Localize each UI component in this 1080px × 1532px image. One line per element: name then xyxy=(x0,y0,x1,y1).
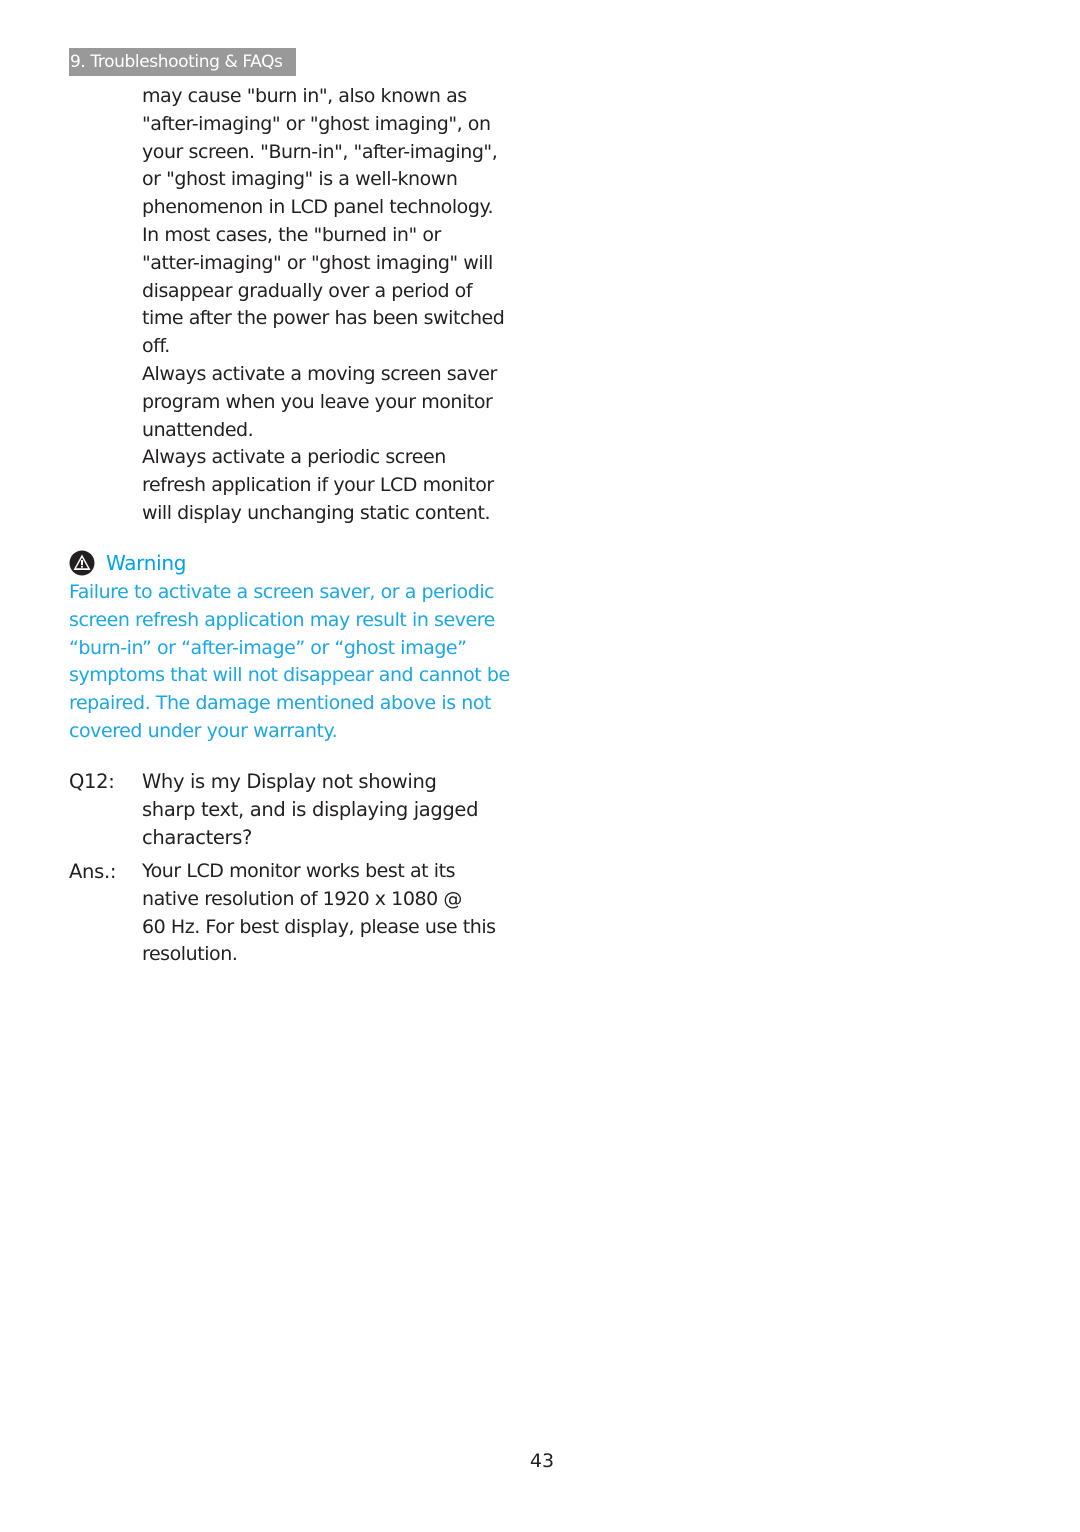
question-label: Q12: xyxy=(69,770,115,793)
text-line: may cause "burn in", also known as xyxy=(142,85,467,107)
text-line: symptoms that will not disappear and can… xyxy=(69,664,510,687)
text-line: resolution. xyxy=(142,943,238,966)
text-line: sharp text, and is displaying jagged xyxy=(142,797,479,821)
text-line: unattended. xyxy=(142,418,254,441)
warning-triangle-icon xyxy=(69,550,95,576)
text-line: Failure to activate a screen saver, or a… xyxy=(69,581,495,603)
text-line: native resolution of 1920 x 1080 @ xyxy=(142,887,462,910)
text-line: your screen. "Burn-in", "after-imaging", xyxy=(142,140,498,163)
text-line: screen refresh application may result in… xyxy=(69,608,495,631)
page-number: 43 xyxy=(529,1450,555,1472)
text-line: off. xyxy=(142,335,170,358)
text-line: will display unchanging static content. xyxy=(142,501,491,524)
text-line: Your LCD monitor works best at its xyxy=(142,860,456,882)
intro-paragraph: may cause "burn in", also known as "afte… xyxy=(142,83,522,361)
text-line: time after the power has been switched xyxy=(142,307,505,330)
section-header-tab: 9. Troubleshooting & FAQs xyxy=(69,48,296,76)
text-line: 60 Hz. For best display, please use this xyxy=(142,915,496,938)
warning-title: Warning xyxy=(106,551,187,575)
text-line: Always activate a moving screen saver xyxy=(142,363,497,385)
text-line: program when you leave your monitor xyxy=(142,390,493,413)
text-line: disappear gradually over a period of xyxy=(142,279,473,302)
answer-text: Your LCD monitor works best at its nativ… xyxy=(142,858,496,969)
text-line: Why is my Display not showing xyxy=(142,770,437,793)
text-line: or "ghost imaging" is a well-known xyxy=(142,168,458,191)
text-line: characters? xyxy=(142,825,253,849)
answer-label: Ans.: xyxy=(69,860,117,883)
text-line: Always activate a periodic screen xyxy=(142,446,446,468)
text-line: refresh application if your LCD monitor xyxy=(142,473,494,496)
text-line: phenomenon in LCD panel technology. xyxy=(142,196,494,219)
question-text: Why is my Display not showing sharp text… xyxy=(142,768,478,851)
tip-screen-saver: Always activate a moving screen saver pr… xyxy=(142,361,522,444)
text-line: "after-imaging" or "ghost imaging", on xyxy=(142,112,491,135)
tip-screen-refresh: Always activate a periodic screen refres… xyxy=(142,444,522,527)
text-line: covered under your warranty. xyxy=(69,719,338,742)
warning-heading: Warning xyxy=(69,549,186,577)
warning-body: Failure to activate a screen saver, or a… xyxy=(69,579,529,746)
text-line: “burn-in” or “after-image” or “ghost ima… xyxy=(69,636,467,659)
text-line: In most cases, the "burned in" or xyxy=(142,223,441,246)
text-line: "atter-imaging" or "ghost imaging" will xyxy=(142,251,493,274)
text-line: repaired. The damage mentioned above is … xyxy=(69,692,492,715)
